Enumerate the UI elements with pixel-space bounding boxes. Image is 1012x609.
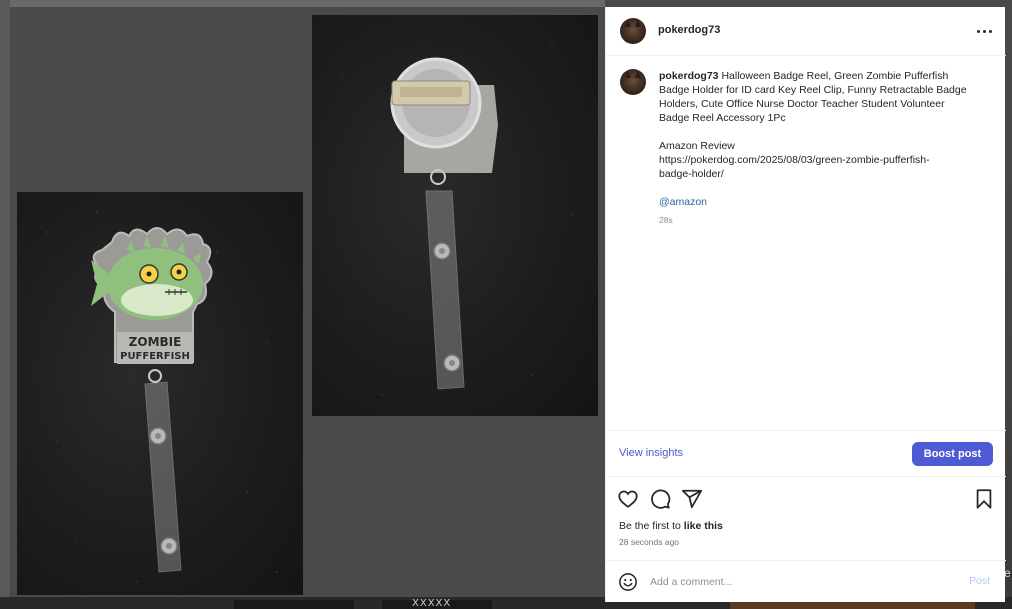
- like-this-link[interactable]: like this: [684, 520, 723, 532]
- bookmark-icon[interactable]: [973, 488, 995, 510]
- header-username[interactable]: pokerdog73: [658, 24, 720, 36]
- review-link[interactable]: badge-holder/: [659, 167, 989, 181]
- badge-text-zombie: ZOMBIE: [129, 335, 182, 349]
- caption-text: pokerdog73 Halloween Badge Reel, Green Z…: [659, 69, 989, 227]
- post-comment-button[interactable]: Post: [969, 575, 990, 587]
- caption-username[interactable]: pokerdog73: [659, 70, 719, 82]
- action-bar: [606, 478, 1006, 518]
- background-text-fragment: XXXXX: [412, 598, 452, 609]
- mention-link[interactable]: @amazon: [659, 195, 989, 209]
- heart-icon[interactable]: [617, 488, 639, 510]
- avatar[interactable]: [620, 69, 646, 95]
- review-label: Amazon Review: [659, 140, 735, 152]
- post-header: pokerdog73: [606, 7, 1006, 56]
- likes-prefix: Be the first to: [619, 520, 684, 532]
- review-link[interactable]: https://pokerdog.com/2025/08/03/green-zo…: [659, 153, 989, 167]
- insights-bar: View insights Boost post: [606, 430, 1006, 477]
- caption-line: Badge Reel Accessory 1Pc: [659, 112, 786, 124]
- post-panel: pokerdog73 pokerdog73 Halloween Badge Re…: [605, 7, 1006, 602]
- caption-line: Badge Holder for ID card Key Reel Clip, …: [659, 84, 967, 96]
- emoji-icon[interactable]: [618, 572, 638, 592]
- more-options-icon[interactable]: [972, 21, 996, 41]
- caption-timestamp[interactable]: 28s: [659, 213, 989, 227]
- likes-summary: Be the first to like this: [619, 520, 723, 532]
- badge-back-illustration: [341, 44, 573, 396]
- badge-text-pufferfish: PUFFERFISH: [120, 351, 190, 362]
- badge-front-illustration: ZOMBIE PUFFERFISH: [46, 211, 278, 583]
- view-insights-link[interactable]: View insights: [619, 447, 683, 459]
- background-thumbnail: [234, 600, 354, 609]
- caption-line: Halloween Badge Reel, Green Zombie Puffe…: [721, 70, 949, 82]
- photo-badge-front: ZOMBIE PUFFERFISH: [17, 192, 303, 595]
- backdrop-top-strip: [0, 0, 605, 7]
- comment-input[interactable]: [650, 573, 950, 591]
- share-icon[interactable]: [681, 488, 703, 510]
- backdrop-left-strip: [0, 0, 10, 609]
- comment-bar: Post: [606, 560, 1006, 602]
- post-media[interactable]: ZOMBIE PUFFERFISH: [10, 7, 605, 597]
- comment-icon[interactable]: [649, 488, 671, 510]
- caption-line: Holders, Cute Office Nurse Doctor Teache…: [659, 98, 945, 110]
- post-timestamp[interactable]: 28 seconds ago: [619, 537, 679, 547]
- caption-section: pokerdog73 Halloween Badge Reel, Green Z…: [606, 57, 1006, 430]
- avatar[interactable]: [620, 18, 646, 44]
- photo-badge-back: [312, 15, 598, 416]
- boost-post-button[interactable]: Boost post: [912, 442, 993, 466]
